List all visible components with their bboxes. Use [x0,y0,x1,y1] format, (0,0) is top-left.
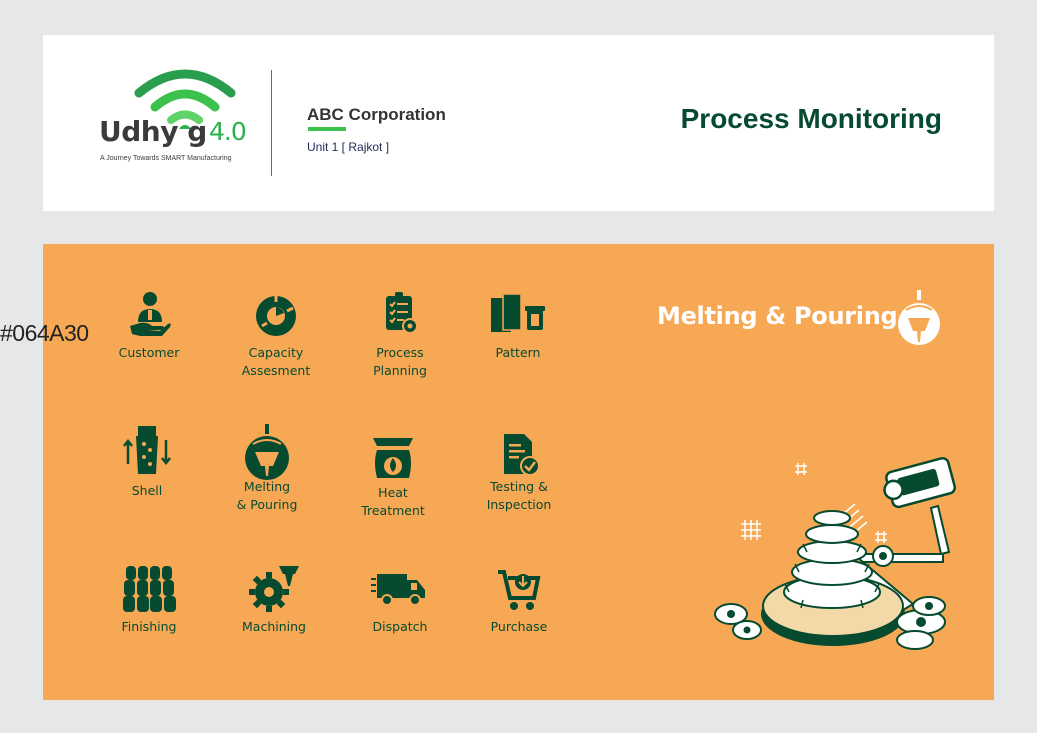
process-planning-icon [386,292,418,334]
shell-icon [123,426,171,474]
module-label: Machining [242,619,306,634]
header-bar: Udhy g 4.0 A Journey Towards SMART Manuf… [43,35,994,211]
module-label: Heat Treatment [361,485,425,518]
header-divider [271,70,272,176]
module-label: Capacity Assesment [241,345,311,378]
logo-wordmark: Udhy g [99,115,207,148]
machining-gear-icon [249,566,299,612]
logo-version: 4.0 [209,117,247,146]
ladle-icon [898,290,940,345]
module-label: Dispatch [372,619,428,634]
melting-pouring-illustration [714,457,957,650]
page-title: Process Monitoring [680,103,942,134]
module-pattern[interactable]: Pattern [458,290,578,362]
company-underline [308,127,346,131]
company-name: ABC Corporation [307,105,446,124]
module-heat-treatment[interactable]: Heat Treatment [333,432,453,520]
logo-tagline: A Journey Towards SMART Manufacturing [100,155,232,162]
customer-icon [130,292,171,336]
module-testing-inspection[interactable]: Testing & Inspection [459,430,579,514]
module-panel: Customer Capacity Assesment Process Plan… [43,244,994,700]
module-label: Pattern [495,345,541,360]
ladle-icon [245,424,289,480]
selected-module-title: Melting & Pouring [657,302,898,330]
furnace-icon [373,438,413,478]
module-label: Testing & Inspection [486,479,552,512]
module-shell[interactable]: Shell [87,424,207,500]
module-label: Melting & Pouring [236,479,298,512]
module-label: Customer [118,345,180,360]
module-dispatch[interactable]: Dispatch [340,564,460,636]
module-finishing[interactable]: Finishing [89,564,209,636]
module-process-planning[interactable]: Process Planning [340,290,460,380]
unit-location[interactable]: Unit 1 [ Rajkot ] [307,140,389,154]
module-label: Process Planning [373,345,427,378]
module-purchase[interactable]: Purchase [459,564,579,636]
module-capacity-assesment[interactable]: Capacity Assesment [216,290,336,380]
udhyog-logo: Udhy g 4.0 A Journey Towards SMART Manuf… [99,69,259,169]
document-check-icon [504,434,540,476]
module-label: Purchase [490,619,548,634]
color-code-label: #064A30 [0,320,89,346]
finishing-icon [123,566,176,612]
pattern-icon [491,293,545,332]
module-label: Finishing [121,619,177,634]
module-customer[interactable]: Customer [89,290,209,362]
module-melting-pouring[interactable]: Melting & Pouring [207,422,327,514]
capacity-icon [256,296,296,336]
truck-icon [371,574,425,606]
cart-icon [498,570,541,610]
module-label: Shell [131,483,163,498]
module-machining[interactable]: Machining [214,564,334,636]
